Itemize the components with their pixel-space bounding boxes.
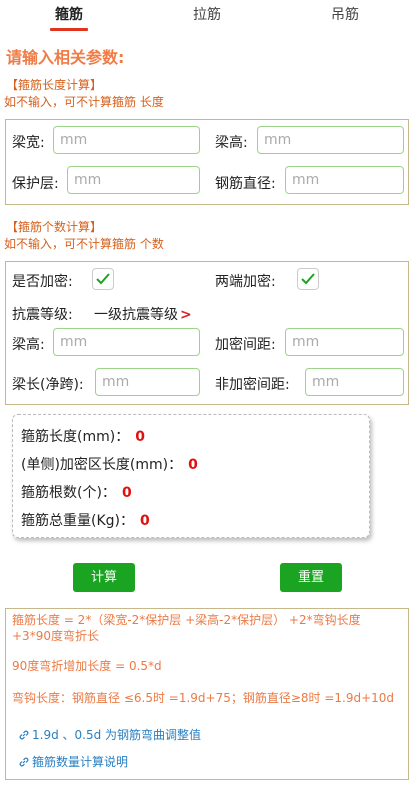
bend90-note: 90度弯折增加长度 = 0.5*d [12, 659, 162, 673]
beam-length-input[interactable]: mm [95, 368, 200, 396]
tab-stirrup[interactable]: 箍筋 [0, 0, 138, 36]
count-explain-link-text: 箍筋数量计算说明 [32, 755, 129, 769]
count-result-value: 0 [121, 485, 132, 501]
stirrup-length-value: 0 [135, 429, 145, 445]
check-icon [96, 273, 110, 285]
results-card: 箍筋长度(mm)： 0 (单侧)加密区长度(mm)： 0 箍筋根数(个)： 0 箍筋总… [12, 414, 370, 538]
seismic-level-selector[interactable]: 一级抗震等级 > [94, 304, 192, 324]
diameter-label: 钢筋直径: [215, 176, 276, 192]
reset-button[interactable]: 重置 [280, 563, 342, 592]
both-ends-checkbox[interactable] [297, 268, 319, 290]
count-result: 箍筋根数(个)： 0 [21, 482, 132, 502]
dense-zone-value: 0 [188, 457, 198, 473]
hook-note: 弯钩长度：钢筋直径 ≤6.5时 =1.9d+75；钢筋直径≥8时 =1.9d+1… [12, 691, 395, 705]
count-beam-height-input[interactable]: mm [53, 328, 200, 356]
beam-height-input[interactable]: mm [257, 126, 404, 154]
length-input-panel: 梁宽: mm 梁高: mm 保护层: mm 钢筋直径: mm [5, 119, 409, 205]
weight-result-value: 0 [140, 513, 150, 529]
dense-spacing-label: 加密间距: [215, 337, 276, 353]
beam-height-label: 梁高: [215, 135, 248, 151]
chevron-right-icon: > [180, 307, 192, 323]
count-explain-link[interactable]: 箍筋数量计算说明 [18, 753, 128, 770]
beam-width-input[interactable]: mm [53, 126, 200, 154]
length-section-note: 如不输入，可不计算箍筋 长度 [4, 95, 164, 109]
both-ends-label: 两端加密: [215, 274, 276, 290]
formula-notes-panel: 箍筋长度 = 2*（梁宽-2*保护层 +梁高-2*保护层） +2*弯钩长度 +3… [5, 608, 409, 780]
count-result-label: 箍筋根数(个)： [21, 485, 116, 501]
non-dense-spacing-label: 非加密间距: [215, 377, 290, 393]
cover-input[interactable]: mm [67, 166, 200, 194]
stirrup-length-result: 箍筋长度(mm)： 0 [21, 426, 145, 446]
weight-result-label: 箍筋总重量(Kg)： [21, 513, 134, 529]
tab-tie-bar[interactable]: 拉筋 [138, 0, 276, 36]
seismic-level-value: 一级抗震等级 [94, 307, 178, 323]
count-beam-height-label: 梁高: [12, 337, 45, 353]
cover-label: 保护层: [12, 176, 59, 192]
densify-checkbox[interactable] [92, 268, 114, 290]
formula-note: 箍筋长度 = 2*（梁宽-2*保护层 +梁高-2*保护层） +2*弯钩长度 +3… [12, 613, 361, 643]
dense-spacing-input[interactable]: mm [285, 328, 404, 356]
seismic-label: 抗震等级: [12, 307, 73, 323]
count-input-panel: 是否加密: 两端加密: 抗震等级: 一级抗震等级 > 梁高: mm 加密间距: m… [5, 261, 409, 405]
tab-bar: 箍筋 拉筋 吊筋 [0, 0, 414, 36]
length-section-heading: 【箍筋长度计算】 [6, 78, 103, 92]
dense-zone-result: (单侧)加密区长度(mm)： 0 [21, 454, 198, 474]
bend-adjust-link-text: 1.9d 、0.5d 为钢筋弯曲调整值 [32, 728, 202, 742]
calculate-button[interactable]: 计算 [73, 563, 135, 592]
beam-width-label: 梁宽: [12, 135, 45, 151]
beam-length-label: 梁长(净跨): [12, 377, 84, 393]
count-section-heading: 【箍筋个数计算】 [6, 220, 103, 234]
stirrup-length-label: 箍筋长度(mm)： [21, 429, 130, 445]
diameter-input[interactable]: mm [285, 166, 404, 194]
densify-label: 是否加密: [12, 274, 73, 290]
weight-result: 箍筋总重量(Kg)： 0 [21, 510, 150, 530]
count-section-note: 如不输入，可不计算箍筋 个数 [4, 237, 164, 251]
link-icon [19, 730, 29, 740]
check-icon [301, 273, 315, 285]
page-title: 请输入相关参数: [6, 48, 125, 67]
tab-hanger-bar[interactable]: 吊筋 [276, 0, 414, 36]
bend-adjust-link[interactable]: 1.9d 、0.5d 为钢筋弯曲调整值 [18, 726, 201, 743]
dense-zone-label: (单侧)加密区长度(mm)： [21, 457, 183, 473]
non-dense-spacing-input[interactable]: mm [305, 368, 404, 396]
link-icon [19, 757, 29, 767]
